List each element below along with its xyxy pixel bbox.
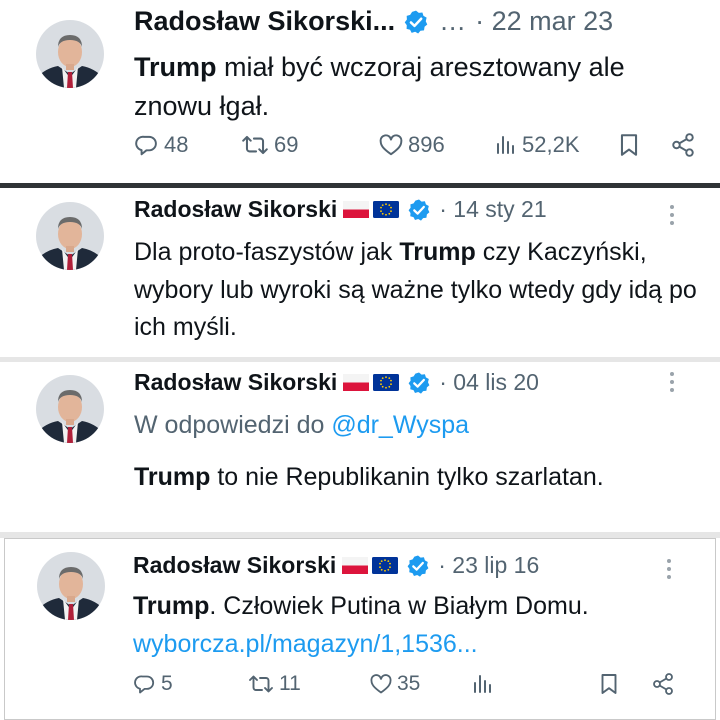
tweet-text-bold: Trump [134, 52, 217, 82]
retweet-count: 69 [274, 132, 299, 157]
tweet-header: Radosław Sikorski · 23 lip 16 [133, 552, 539, 579]
retweet-icon [247, 672, 275, 696]
tweet-header: Radosław Sikorski · 04 lis 20 [134, 369, 539, 396]
avatar[interactable] [36, 202, 104, 270]
share-icon [670, 132, 696, 158]
flag-eu-icon [373, 201, 399, 218]
like-count: 896 [408, 132, 445, 157]
views-count: 52,2K [522, 132, 580, 157]
author-name[interactable]: Radosław Sikorski [134, 369, 337, 396]
author-name[interactable]: Radosław Sikorski... [134, 6, 395, 37]
like-icon [378, 132, 404, 158]
divider [0, 183, 720, 188]
flag-eu-icon [372, 557, 398, 574]
reply-button[interactable]: 5 [133, 672, 173, 696]
reply-icon [133, 672, 157, 696]
retweet-icon [240, 132, 270, 158]
views-icon [494, 132, 518, 158]
avatar[interactable] [36, 375, 104, 443]
tweet-text-bold: Trump [134, 462, 211, 491]
avatar[interactable] [36, 20, 104, 88]
views-button[interactable] [471, 672, 495, 696]
author-name[interactable]: Radosław Sikorski [133, 552, 336, 579]
bookmark-icon [597, 672, 621, 696]
verified-badge-icon [403, 9, 429, 35]
like-icon [369, 672, 393, 696]
tweet-4[interactable]: Radosław Sikorski · 23 lip 16 Trump. Czł… [4, 538, 716, 720]
bookmark-button[interactable] [597, 672, 621, 696]
tweet-2[interactable]: Radosław Sikorski · 14 sty 21 Dla proto-… [0, 189, 720, 357]
like-count: 35 [397, 672, 421, 695]
verified-badge-icon [407, 198, 431, 222]
reply-count: 5 [161, 672, 173, 695]
tweet-header: Radosław Sikorski... … · 22 mar 23 [134, 6, 613, 37]
tweet-link[interactable]: wyborcza.pl/magazyn/1,1536... [133, 626, 695, 664]
share-button[interactable] [651, 672, 675, 696]
views-icon [471, 672, 495, 696]
tweet-text-rest: to nie Republikanin tylko szarlatan. [210, 462, 604, 491]
like-button[interactable]: 896 [378, 132, 445, 158]
tweet-1[interactable]: Radosław Sikorski... … · 22 mar 23 Trump… [0, 0, 720, 183]
tweet-text: Dla proto-faszystów jak Trump czy Kaczyń… [134, 234, 700, 347]
tweet-text: Trump. Człowiek Putina w Białym Domu. wy… [133, 588, 695, 663]
verified-badge-icon [406, 554, 430, 578]
tweet-text-bold: Trump [133, 592, 210, 620]
flag-eu-icon [373, 374, 399, 391]
bookmark-icon [616, 132, 642, 158]
retweet-button[interactable]: 69 [240, 132, 298, 158]
reply-prefix: W odpowiedzi do [134, 411, 332, 439]
flag-pl-icon [343, 201, 369, 218]
tweet-3[interactable]: Radosław Sikorski · 04 lis 20 W odpowied… [0, 362, 720, 532]
tweet-text-pre: Dla proto-faszystów jak [134, 238, 400, 266]
tweet-date[interactable]: · 22 mar 23 [475, 6, 613, 37]
more-vertical-icon[interactable] [667, 559, 671, 583]
tweet-text-main: Trump. Człowiek Putina w Białym Domu. [133, 588, 695, 626]
reply-context: W odpowiedzi do @dr_Wyspa [134, 407, 700, 445]
bookmark-button[interactable] [616, 132, 642, 158]
avatar[interactable] [37, 552, 105, 620]
share-button[interactable] [670, 132, 696, 158]
more-vertical-icon[interactable] [670, 372, 674, 396]
reply-count: 48 [164, 132, 189, 157]
like-button[interactable]: 35 [369, 672, 420, 696]
tweet-date[interactable]: · 14 sty 21 [439, 196, 546, 223]
tweet-text-rest: . Człowiek Putina w Białym Domu. [209, 592, 589, 620]
tweet-text: W odpowiedzi do @dr_Wyspa Trump to nie R… [134, 407, 700, 496]
tweet-header: Radosław Sikorski · 14 sty 21 [134, 196, 547, 223]
tweet-date[interactable]: · 04 lis 20 [439, 369, 539, 396]
author-name[interactable]: Radosław Sikorski [134, 196, 337, 223]
flag-pl-icon [342, 557, 368, 574]
flag-pl-icon [343, 374, 369, 391]
retweet-count: 11 [279, 672, 301, 695]
reply-handle-link[interactable]: @dr_Wyspa [331, 411, 469, 439]
tweet-text-main: Trump to nie Republikanin tylko szarlata… [134, 459, 700, 497]
retweet-button[interactable]: 11 [247, 672, 301, 696]
reply-icon [134, 132, 160, 158]
tweet-text-bold: Trump [399, 238, 476, 266]
tweet-date[interactable]: · 23 lip 16 [438, 552, 539, 579]
more-vertical-icon[interactable] [670, 205, 674, 229]
views-button[interactable]: 52,2K [494, 132, 580, 158]
verified-badge-icon [407, 371, 431, 395]
share-icon [651, 672, 675, 696]
more-ellipsis: … [439, 6, 468, 36]
tweet-text: Trump miał być wczoraj aresztowany ale z… [134, 48, 700, 126]
reply-button[interactable]: 48 [134, 132, 188, 158]
